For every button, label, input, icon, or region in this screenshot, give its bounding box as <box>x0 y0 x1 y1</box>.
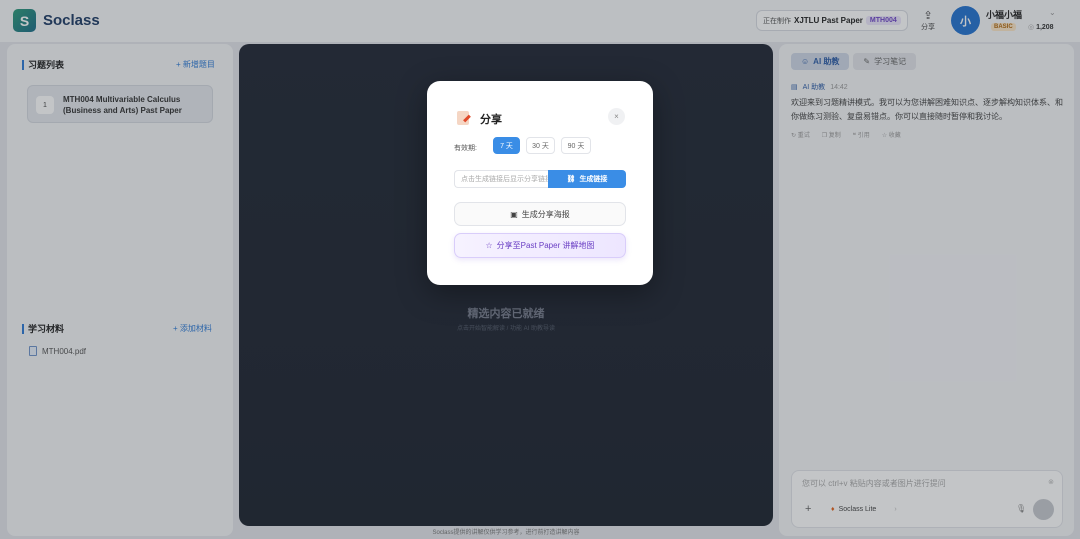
star-icon: ☆ <box>485 241 493 250</box>
share-document-icon <box>457 111 469 125</box>
share-modal: 分享 × 有效期: 7 天 30 天 90 天 点击生成链接后显示分享链接 ⛓ … <box>427 81 653 285</box>
map-label: 分享至Past Paper 讲解地图 <box>496 241 595 250</box>
generate-link-button[interactable]: ⛓ 生成链接 <box>548 170 626 188</box>
poster-label: 生成分享海报 <box>521 209 570 219</box>
modal-title: 分享 <box>480 114 502 126</box>
duration-7-days[interactable]: 7 天 <box>493 137 520 154</box>
duration-90-days[interactable]: 90 天 <box>561 137 591 154</box>
share-link-field[interactable]: 点击生成链接后显示分享链接 <box>454 170 548 188</box>
close-button[interactable]: × <box>608 108 625 125</box>
generate-link-label: 生成链接 <box>579 176 608 183</box>
validity-label: 有效期: <box>454 145 477 152</box>
share-to-map-button[interactable]: ☆ 分享至Past Paper 讲解地图 <box>454 233 626 258</box>
link-icon: ⛓ <box>566 176 576 183</box>
generate-poster-button[interactable]: ▣ 生成分享海报 <box>454 202 626 226</box>
image-icon: ▣ <box>510 209 518 219</box>
duration-30-days[interactable]: 30 天 <box>526 137 555 154</box>
